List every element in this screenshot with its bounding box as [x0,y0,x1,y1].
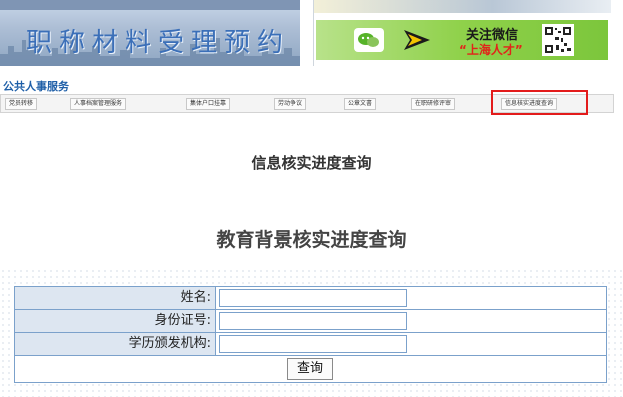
banner-left[interactable]: 职称材料受理预约 [0,0,300,66]
nav-item-in-service-review[interactable]: 在职研修评审 [411,98,456,110]
page-subtitle: 信息核实进度查询 [251,154,372,172]
query-button[interactable]: 查询 [287,358,333,380]
form-row-name: 姓名: [15,287,606,310]
id-number-label: 身份证号: [15,310,216,332]
highlight-annotation-box [491,90,588,115]
form-row-institution: 学历颁发机构: [15,333,606,356]
wechat-icon [354,28,384,52]
institution-label: 学历颁发机构: [15,333,216,355]
banner-sky [0,0,300,10]
nav-item-personnel-file[interactable]: 人事档案管理服务 [70,98,127,110]
banner-strip [314,0,611,13]
name-input[interactable] [219,289,407,307]
nav-item-party-transfer[interactable]: 党员转移 [5,98,38,110]
page-heading: 教育背景核实进度查询 [216,229,407,251]
nav-item-household[interactable]: 集体户口挂靠 [186,98,231,110]
wechat-account-name: “上海人才” [459,43,523,57]
banner-separator [301,0,311,66]
nav-item-official-seal[interactable]: 公章文書 [344,98,377,110]
nav-item-labor-dispute[interactable]: 劳动争议 [274,98,307,110]
qr-code-icon [542,24,574,56]
form-row-id: 身份证号: [15,310,606,333]
name-label: 姓名: [15,287,216,309]
query-form: 姓名: 身份证号: 学历颁发机构: 查询 [14,286,607,383]
arrow-logo-icon [404,30,430,50]
banner-title: 职称材料受理预约 [26,28,291,58]
wechat-promo[interactable]: 关注微信 “上海人才” [316,20,608,60]
id-number-input[interactable] [219,312,407,330]
section-title: 公共人事服务 [3,80,69,93]
institution-input[interactable] [219,335,407,353]
form-button-row: 查询 [15,356,606,382]
banner-right[interactable]: 关注微信 “上海人才” [313,0,611,66]
